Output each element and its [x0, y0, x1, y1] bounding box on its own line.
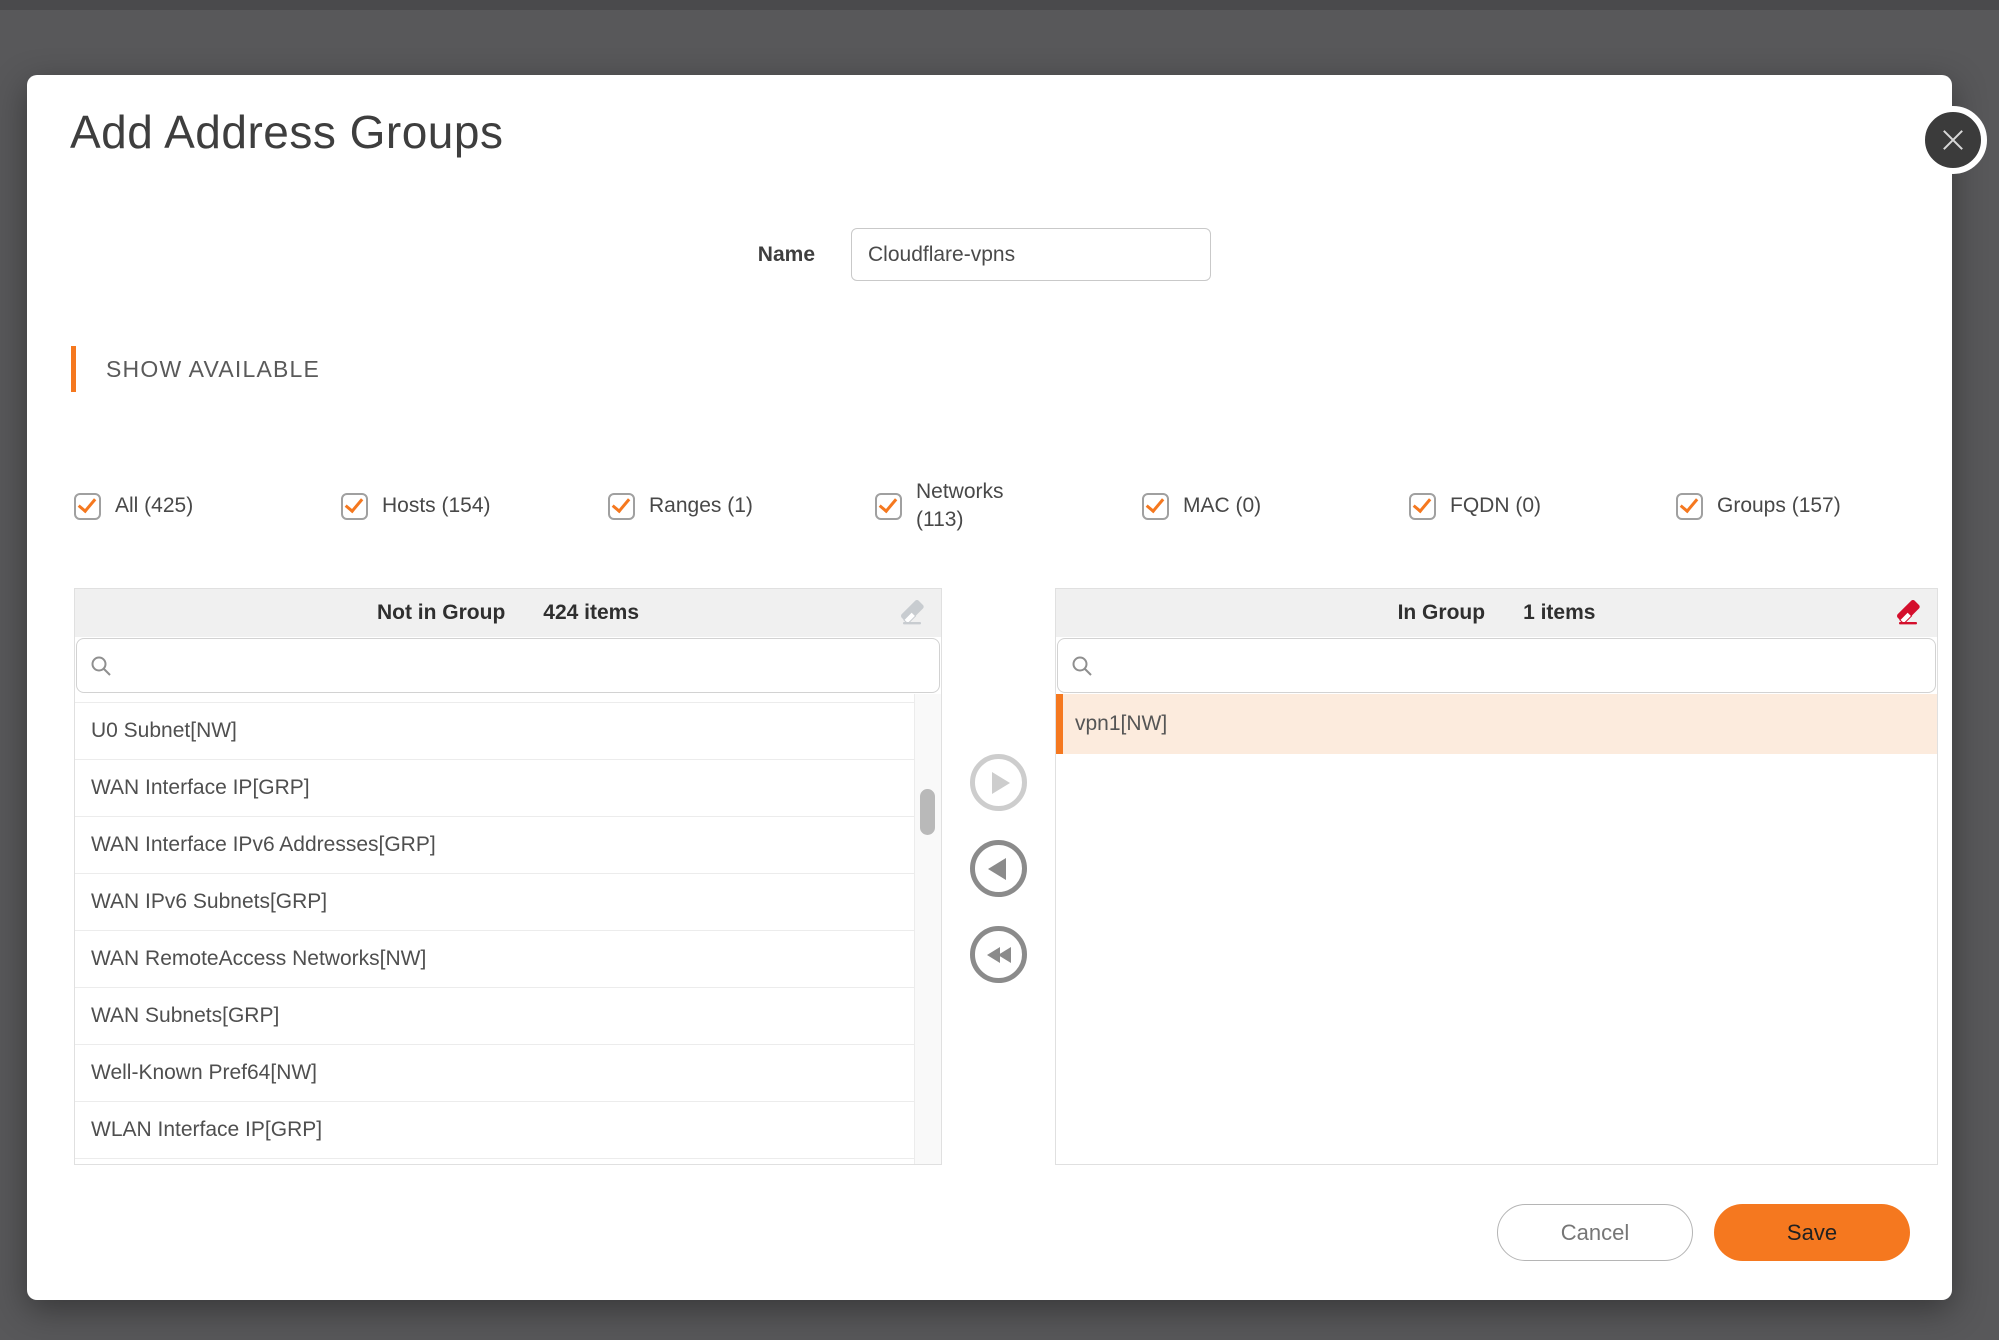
checkbox-checked-icon [1142, 493, 1169, 520]
panel-item-count: 1 items [1523, 601, 1595, 625]
not-in-group-search [76, 638, 940, 693]
list-item-partial [75, 694, 914, 703]
transfer-buttons [942, 588, 1055, 1165]
scrollbar[interactable] [914, 694, 941, 1164]
add-address-groups-dialog: Add Address Groups Name SHOW AVAILABLE A… [27, 75, 1952, 1300]
dialog-title: Add Address Groups [70, 105, 503, 159]
search-icon [90, 655, 112, 677]
left-arrow-icon [988, 858, 1006, 880]
list-item[interactable]: Well-Known Pref64[NW] [75, 1045, 914, 1102]
section-accent-bar [71, 346, 76, 392]
in-group-search-input[interactable] [1103, 639, 1935, 692]
checkbox-checked-icon [1409, 493, 1436, 520]
not-in-group-panel: Not in Group 424 items [74, 588, 942, 1165]
checkbox-checked-icon [608, 493, 635, 520]
clear-not-in-group-button[interactable] [897, 598, 927, 628]
show-available-section: SHOW AVAILABLE [71, 346, 320, 392]
not-in-group-header: Not in Group 424 items [75, 589, 941, 637]
move-all-left-button[interactable] [970, 926, 1027, 983]
not-in-group-search-input[interactable] [122, 639, 939, 692]
panel-title: In Group [1398, 601, 1486, 625]
in-group-panel: In Group 1 items [1055, 588, 1938, 1165]
scrollbar-thumb[interactable] [920, 789, 935, 835]
checkbox-checked-icon [875, 493, 902, 520]
list-item[interactable]: WAN IPv6 Subnets[GRP] [75, 874, 914, 931]
save-button[interactable]: Save [1714, 1204, 1910, 1261]
filter-checkbox-hosts[interactable]: Hosts (154) [341, 492, 608, 520]
list-item[interactable]: WAN Subnets[GRP] [75, 988, 914, 1045]
name-field-row: Name [737, 227, 1211, 282]
filter-checkbox-mac[interactable]: MAC (0) [1142, 492, 1409, 520]
name-input[interactable] [851, 228, 1211, 281]
search-icon [1071, 655, 1093, 677]
checkbox-checked-icon [341, 493, 368, 520]
in-group-search [1057, 638, 1936, 693]
list-item[interactable]: WAN Interface IPv6 Addresses[GRP] [75, 817, 914, 874]
panel-item-count: 424 items [543, 601, 639, 625]
eraser-icon [1893, 598, 1923, 628]
filter-row: All (425) Hosts (154) Ranges (1) Network… [74, 478, 1943, 535]
double-left-arrow-icon [998, 947, 1011, 963]
filter-checkbox-networks[interactable]: Networks (113) [875, 478, 1142, 535]
name-label: Name [737, 243, 815, 267]
filter-checkbox-all[interactable]: All (425) [74, 492, 341, 520]
window-top-strip [0, 0, 1999, 10]
not-in-group-list: U0 Subnet[NW] WAN Interface IP[GRP] WAN … [75, 694, 941, 1164]
in-group-header: In Group 1 items [1056, 589, 1937, 637]
filter-checkbox-groups[interactable]: Groups (157) [1676, 492, 1943, 520]
list-item[interactable]: WAN RemoteAccess Networks[NW] [75, 931, 914, 988]
filter-checkbox-ranges[interactable]: Ranges (1) [608, 492, 875, 520]
checkbox-checked-icon [1676, 493, 1703, 520]
section-title: SHOW AVAILABLE [106, 356, 320, 383]
list-item[interactable]: U0 Subnet[NW] [75, 703, 914, 760]
in-group-list: vpn1[NW] [1056, 694, 1937, 1164]
checkbox-checked-icon [74, 493, 101, 520]
panel-title: Not in Group [377, 601, 505, 625]
dual-list-panels: Not in Group 424 items [74, 588, 1938, 1165]
filter-checkbox-fqdn[interactable]: FQDN (0) [1409, 492, 1676, 520]
eraser-icon [897, 598, 927, 628]
cancel-button[interactable]: Cancel [1497, 1204, 1693, 1261]
right-arrow-icon [992, 772, 1010, 794]
move-right-button[interactable] [970, 754, 1027, 811]
dialog-footer: Cancel Save [1497, 1204, 1910, 1261]
list-item[interactable]: WAN Interface IP[GRP] [75, 760, 914, 817]
move-left-button[interactable] [970, 840, 1027, 897]
list-item[interactable]: WLAN Interface IP[GRP] [75, 1102, 914, 1159]
close-button[interactable] [1919, 106, 1987, 174]
clear-in-group-button[interactable] [1893, 598, 1923, 628]
list-item-selected[interactable]: vpn1[NW] [1056, 694, 1937, 754]
close-icon [1939, 126, 1967, 154]
